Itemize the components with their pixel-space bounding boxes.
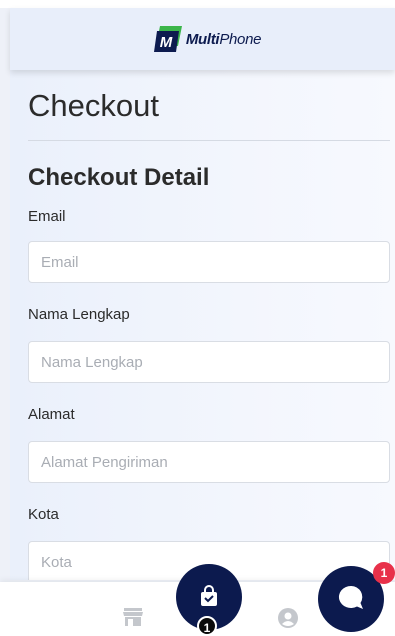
site-header: M MultiPhone [10, 8, 395, 70]
title-divider [28, 140, 390, 141]
section-title: Checkout Detail [28, 164, 210, 191]
logo-wordmark: MultiPhone [185, 30, 262, 48]
address-field-group: Alamat [28, 405, 390, 483]
address-label: Alamat [28, 406, 75, 423]
logo-light-text: Phone [219, 30, 262, 48]
chat-unread-badge: 1 [373, 562, 395, 584]
top-strip [0, 0, 395, 8]
address-field[interactable] [28, 441, 390, 483]
full-name-label: Nama Lengkap [28, 306, 130, 323]
email-field[interactable] [28, 241, 390, 283]
email-field-group: Email [28, 207, 390, 283]
multiphone-logo-icon: M [153, 26, 182, 52]
logo-bold-text: Multi [185, 30, 220, 48]
cart-count-badge: 1 [197, 616, 217, 636]
checkout-content: Checkout Checkout Detail Email Nama Leng… [10, 70, 395, 580]
store-icon[interactable] [123, 608, 143, 626]
page-title: Checkout [28, 88, 159, 123]
email-label: Email [28, 208, 66, 225]
full-name-field-group: Nama Lengkap [28, 305, 390, 383]
full-name-field[interactable] [28, 341, 390, 383]
site-logo[interactable]: M MultiPhone [153, 26, 262, 52]
shopping-bag-icon [199, 584, 219, 610]
city-label: Kota [28, 506, 59, 523]
chat-bubble-icon [336, 583, 366, 616]
user-icon[interactable] [278, 608, 298, 628]
logo-mark-letter: M [160, 34, 173, 51]
